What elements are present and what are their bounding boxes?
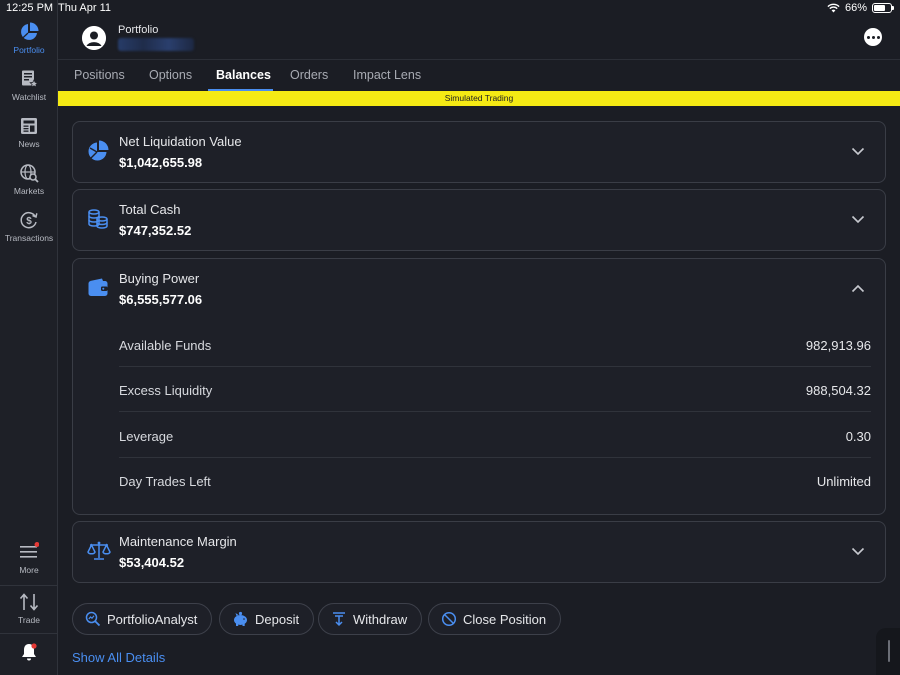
show-all-details-link[interactable]: Show All Details bbox=[72, 650, 165, 665]
day-trades-left-label: Day Trades Left bbox=[119, 474, 211, 489]
card-title: Total Cash bbox=[119, 202, 181, 217]
more-options-icon[interactable] bbox=[864, 28, 882, 46]
sidebar-item-label: More bbox=[19, 565, 39, 575]
sidebar-item-portfolio[interactable]: Portfolio bbox=[0, 22, 58, 55]
drag-handle[interactable] bbox=[876, 628, 900, 675]
scale-icon bbox=[87, 541, 111, 560]
bell-icon bbox=[22, 643, 37, 661]
excess-liquidity-value: 988,504.32 bbox=[805, 383, 871, 398]
day-trades-left-value: Unlimited bbox=[816, 474, 871, 489]
button-label: Close Position bbox=[463, 611, 547, 627]
button-label: Withdraw bbox=[353, 611, 408, 627]
sidebar-item-trade[interactable]: Trade bbox=[0, 592, 58, 625]
card-value: $6,555,577.06 bbox=[119, 292, 203, 307]
deposit-button[interactable]: Deposit bbox=[219, 603, 315, 635]
header: Portfolio bbox=[58, 16, 900, 60]
card-value: $53,404.52 bbox=[119, 555, 185, 570]
tab-bar: Positions Options Balances Orders Impact… bbox=[58, 60, 900, 91]
maintenance-margin-card[interactable]: Maintenance Margin $53,404.52 bbox=[72, 521, 886, 583]
chevron-down-icon[interactable] bbox=[851, 147, 865, 156]
card-title: Maintenance Margin bbox=[119, 534, 237, 549]
chevron-down-icon[interactable] bbox=[851, 215, 865, 224]
list-item: Leverage 0.30 bbox=[119, 413, 871, 458]
tab-positions[interactable]: Positions bbox=[74, 68, 125, 82]
status-bar: 12:25 PM Thu Apr 11 66% bbox=[0, 0, 900, 16]
prohibited-icon bbox=[441, 611, 457, 627]
list-item: Day Trades Left Unlimited bbox=[119, 458, 871, 503]
tab-balances[interactable]: Balances bbox=[216, 68, 271, 82]
simulated-trading-banner: Simulated Trading bbox=[58, 91, 900, 106]
list-item: Excess Liquidity 988,504.32 bbox=[119, 367, 871, 412]
excess-liquidity-label: Excess Liquidity bbox=[119, 383, 213, 398]
available-funds-value: 982,913.96 bbox=[805, 338, 871, 353]
tab-orders[interactable]: Orders bbox=[290, 68, 328, 82]
sidebar-item-label: Markets bbox=[13, 186, 45, 196]
globe-search-icon bbox=[20, 164, 39, 183]
list-item: Available Funds 982,913.96 bbox=[119, 322, 871, 367]
sidebar-item-markets[interactable]: Markets bbox=[0, 163, 58, 196]
sidebar-item-news[interactable]: News bbox=[0, 116, 58, 149]
status-date: Thu Apr 11 bbox=[58, 2, 111, 14]
battery-icon bbox=[872, 3, 894, 13]
piggy-bank-icon bbox=[234, 611, 247, 626]
sidebar-item-transactions[interactable]: $ Transactions bbox=[0, 210, 58, 243]
sidebar-item-label: Transactions bbox=[4, 233, 54, 243]
button-label: PortfolioAnalyst bbox=[107, 611, 198, 627]
svg-text:$: $ bbox=[26, 216, 32, 227]
sidebar: Portfolio Watchlist News Markets $ Trans… bbox=[0, 0, 58, 675]
sidebar-item-more[interactable]: More bbox=[0, 542, 58, 575]
sidebar-divider bbox=[0, 585, 58, 586]
pie-chart-icon bbox=[21, 22, 39, 40]
wallet-icon bbox=[88, 278, 108, 296]
button-label: Deposit bbox=[255, 611, 300, 627]
avatar[interactable] bbox=[82, 26, 106, 50]
newspaper-icon bbox=[21, 118, 37, 134]
tab-impact-lens[interactable]: Impact Lens bbox=[353, 68, 421, 82]
page-title: Portfolio bbox=[118, 24, 159, 36]
card-value: $1,042,655.98 bbox=[119, 155, 203, 170]
sidebar-item-label: News bbox=[18, 139, 40, 149]
sidebar-item-label: Watchlist bbox=[11, 92, 47, 102]
dollar-refresh-icon: $ bbox=[20, 211, 38, 229]
sidebar-item-notifications[interactable] bbox=[0, 642, 58, 665]
sidebar-divider bbox=[0, 633, 58, 634]
wifi-icon bbox=[827, 3, 840, 13]
status-time: 12:25 PM bbox=[6, 2, 54, 14]
battery-percent: 66% bbox=[844, 2, 867, 14]
card-title: Buying Power bbox=[119, 271, 200, 286]
trade-arrows-icon bbox=[19, 593, 39, 611]
total-cash-card[interactable]: Total Cash $747,352.52 bbox=[72, 189, 886, 251]
chevron-up-icon[interactable] bbox=[851, 284, 865, 293]
leverage-value: 0.30 bbox=[845, 429, 871, 444]
account-id-redacted bbox=[118, 38, 194, 51]
buying-power-card: Buying Power $6,555,577.06 Available Fun… bbox=[72, 258, 886, 515]
close-position-button[interactable]: Close Position bbox=[428, 603, 562, 635]
card-value: $747,352.52 bbox=[119, 223, 192, 238]
net-liquidation-card[interactable]: Net Liquidation Value $1,042,655.98 bbox=[72, 121, 886, 183]
sidebar-item-label: Trade bbox=[18, 615, 40, 625]
analyst-search-icon bbox=[85, 611, 101, 627]
leverage-label: Leverage bbox=[119, 429, 174, 444]
user-avatar-icon bbox=[82, 26, 106, 50]
available-funds-label: Available Funds bbox=[119, 338, 212, 353]
portfolio-analyst-button[interactable]: PortfolioAnalyst bbox=[72, 603, 213, 635]
withdraw-button[interactable]: Withdraw bbox=[318, 603, 423, 635]
card-title: Net Liquidation Value bbox=[119, 134, 242, 149]
status-right: 66% bbox=[827, 2, 894, 14]
watchlist-icon bbox=[22, 70, 39, 88]
chevron-down-icon[interactable] bbox=[851, 547, 865, 556]
hamburger-menu-icon bbox=[20, 542, 39, 558]
tab-options[interactable]: Options bbox=[149, 68, 192, 82]
withdraw-icon bbox=[333, 612, 345, 627]
sidebar-item-label: Portfolio bbox=[13, 45, 45, 55]
sidebar-item-watchlist[interactable]: Watchlist bbox=[0, 69, 58, 102]
coins-icon bbox=[88, 209, 108, 229]
pie-chart-icon bbox=[88, 140, 109, 161]
